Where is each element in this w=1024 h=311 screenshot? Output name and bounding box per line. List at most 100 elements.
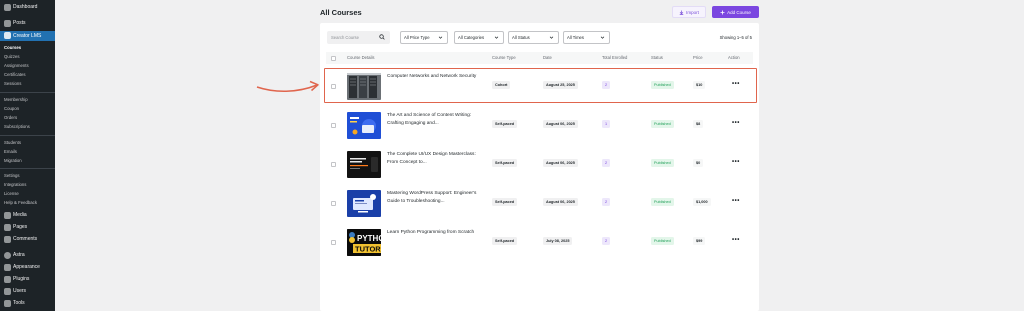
course-thumbnail [347,151,381,178]
table-header: Course Details Course Type Date Total En… [326,52,753,64]
column-header: Total Enrolled [602,55,628,60]
sidebar-item-appearance[interactable]: Appearance [0,263,55,272]
chevron-down-icon [494,36,499,39]
search-icon [379,34,385,40]
sidebar-item-astra[interactable]: Astra [0,251,55,260]
sidebar-item-posts[interactable]: Posts [0,19,55,28]
sidebar-item-courses[interactable]: Courses [0,43,55,52]
course-date: August 06, 2025 [543,120,578,128]
course-title[interactable]: Mastering WordPress Support: Engineer's … [387,190,485,205]
search-placeholder: Search Course [331,35,359,40]
price-type-select[interactable]: All Price Type [400,31,448,44]
status-badge: Published [651,120,674,128]
table-row[interactable]: Mastering WordPress Support: Engineer's … [326,185,753,224]
sidebar-item-integrations[interactable]: Integrations [0,180,55,189]
sidebar-item-dashboard[interactable]: Dashboard [0,3,55,12]
course-price: $1,000 [693,198,711,206]
chevron-down-icon [438,36,443,39]
wrench-icon [4,300,11,307]
row-checkbox[interactable] [331,240,336,245]
sidebar-item-membership[interactable]: Membership [0,95,55,104]
sidebar-item-orders[interactable]: Orders [0,113,55,122]
chevron-down-icon [600,36,605,39]
sidebar-item-media[interactable]: Media [0,211,55,220]
course-title[interactable]: The Art and Science of Content Writing: … [387,112,485,127]
course-type-badge: Self-paced [492,120,518,128]
sidebar-item-plugins[interactable]: Plugins [0,275,55,284]
chevron-down-icon [549,36,554,39]
course-title[interactable]: Learn Python Programming from Scratch [387,229,485,237]
plus-icon [720,10,725,14]
sidebar-item-comments[interactable]: Comments [0,235,55,244]
status-badge: Published [651,237,674,245]
status-select[interactable]: All Status [508,31,559,44]
course-price: $8 [693,120,704,128]
price-type-value: All Price Type [404,35,430,40]
more-actions-icon[interactable]: ••• [732,159,740,165]
enrolled-count[interactable]: 2 [602,237,611,245]
course-type-badge: Self-paced [492,198,518,206]
enrolled-count[interactable]: 1 [602,120,611,128]
column-header: Course Type [492,55,516,60]
enrolled-count[interactable]: 2 [602,198,611,206]
column-header: Price [693,55,703,60]
more-actions-icon[interactable]: ••• [732,198,740,204]
search-input[interactable]: Search Course [327,31,390,44]
add-course-button[interactable]: Add Course [712,6,759,18]
table-row[interactable]: PYTHO TUTORIA Learn Python Programming f… [326,224,753,263]
enrolled-count[interactable]: 2 [602,159,611,167]
course-type-badge: Self-paced [492,159,518,167]
row-checkbox[interactable] [331,201,336,206]
pages-icon [4,224,11,231]
sidebar-item-students[interactable]: Students [0,138,55,147]
more-actions-icon[interactable]: ••• [732,120,740,126]
sidebar-item-migration[interactable]: Migration [0,156,55,165]
creator-lms-icon [4,32,11,39]
course-title[interactable]: The Complete UI/UX Design Masterclass: F… [387,151,485,166]
annotation-arrow-icon [256,80,319,92]
sidebar-item-emails[interactable]: Emails [0,147,55,156]
sidebar-item-users[interactable]: Users [0,287,55,296]
sidebar-item-pages[interactable]: Pages [0,223,55,232]
import-button-label: Import [686,9,699,15]
import-button[interactable]: Import [672,6,706,18]
sidebar-item-license[interactable]: License [0,189,55,198]
sidebar-item-assignments[interactable]: Assignments [0,61,55,70]
sidebar-item-settings[interactable]: Settings [0,171,55,180]
table-row[interactable]: The Complete UI/UX Design Masterclass: F… [326,146,753,185]
sidebar-item-coupon[interactable]: Coupon [0,104,55,113]
row-checkbox[interactable] [331,162,336,167]
highlight-box [324,68,757,103]
column-header: Course Details [347,55,375,60]
course-price: $0 [693,159,704,167]
times-select[interactable]: All Times [563,31,610,44]
page-title: All Courses [320,8,362,17]
categories-value: All Categories [458,35,485,40]
sidebar-item-creator-lms[interactable]: Creator LMS [0,31,55,41]
sidebar-item-quizzes[interactable]: Quizzes [0,52,55,61]
main-content: All Courses Import Add Course Search Cou… [55,0,1024,311]
python-tutorial-image: PYTHO TUTORIA [347,229,381,256]
sidebar-item-sessions[interactable]: Sessions [0,79,55,88]
sidebar-item-help-feedback[interactable]: Help & Feedback [0,198,55,207]
sidebar-item-tools[interactable]: Tools [0,299,55,308]
categories-select[interactable]: All Categories [454,31,504,44]
sidebar-item-certificates[interactable]: Certificates [0,70,55,79]
select-all-checkbox[interactable] [331,55,336,61]
python-thumb-word2: TUTORIA [355,245,381,254]
sidebar-item-subscriptions[interactable]: Subscriptions [0,122,55,131]
download-icon [679,10,684,15]
python-thumb-word1: PYTHO [357,234,381,243]
column-header: Action [728,55,740,60]
sidebar-divider [0,92,55,93]
column-header: Date [543,55,552,60]
times-value: All Times [567,35,584,40]
more-actions-icon[interactable]: ••• [732,237,740,243]
sidebar-divider [0,135,55,136]
table-row[interactable]: The Art and Science of Content Writing: … [326,107,753,146]
results-count: Showing 1–5 of 5 [719,35,752,40]
content-writing-image [347,112,381,139]
row-checkbox[interactable] [331,123,336,128]
status-badge: Published [651,198,674,206]
column-header: Status [651,55,663,60]
